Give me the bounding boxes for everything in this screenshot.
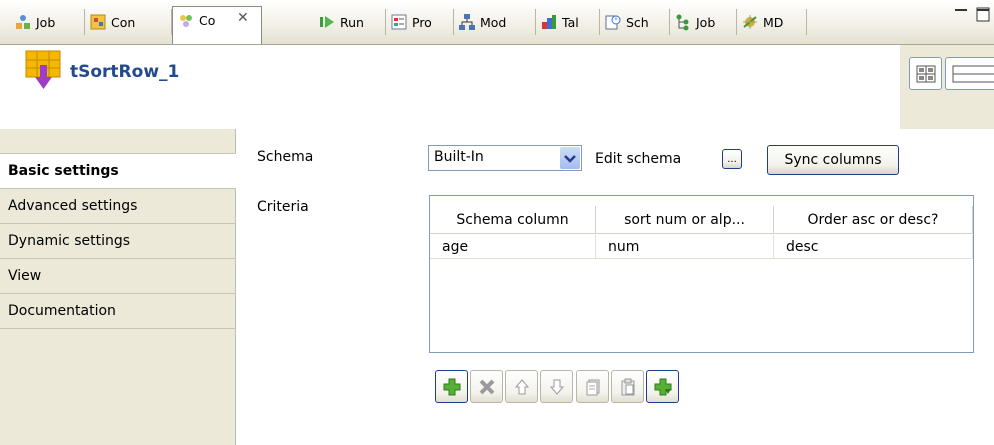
run-icon [320,16,334,28]
component-settings-panel: Basic settings Advanced settings Dynamic… [0,129,994,445]
tab-label: Con [111,14,136,30]
tab-label: Job [36,14,56,30]
add-row-button[interactable] [435,370,468,403]
criteria-label: Criteria [257,199,309,215]
schema-label: Schema [257,149,314,165]
tab-label: Run [340,14,364,30]
tab-modules[interactable]: Mod [454,9,536,35]
add-icon [443,378,460,395]
copy-button[interactable] [576,370,609,403]
tab-basic-settings[interactable]: Basic settings [0,153,236,189]
tab-dynamic-settings[interactable]: Dynamic settings [0,224,235,259]
column-header[interactable]: sort num or alp... [596,206,774,234]
tab-label: Job [696,14,716,30]
tab-metadata[interactable]: MD [737,9,807,35]
paste-button[interactable] [611,370,644,403]
tab-label: Mod [480,14,507,30]
tab-label: Pro [412,14,432,30]
maximize-icon[interactable] [974,6,992,24]
tab-scheduler[interactable]: Sch [600,9,670,35]
layout-list-button[interactable] [945,57,994,90]
problems-icon [391,14,407,30]
sort-row-icon [25,50,61,89]
tab-talend[interactable]: Tal [536,9,600,35]
move-up-icon [514,378,529,394]
tab-job[interactable]: Job [10,9,85,35]
tab-run[interactable]: Run [314,9,386,35]
add-all-icon [654,378,671,395]
component-title: tSortRow_1 [70,62,180,82]
tab-component[interactable]: Co ✕ [172,6,262,44]
talend-icon [542,15,556,29]
move-down-icon [549,379,564,395]
remove-icon [479,379,494,394]
tab-label: Sch [626,14,649,30]
list-icon [952,65,994,83]
settings-sidebar: Basic settings Advanced settings Dynamic… [0,129,236,445]
table-cell[interactable]: age [430,235,596,259]
remove-row-button[interactable] [470,370,503,403]
paste-icon [621,378,634,395]
sync-columns-button[interactable]: Sync columns [767,145,899,175]
copy-icon [586,379,599,395]
close-icon[interactable]: ✕ [237,10,249,26]
criteria-table: Schema column sort num or alp... Order a… [429,195,974,353]
table-cell[interactable]: desc [774,235,973,259]
contexts-icon [90,14,106,30]
component-icon [180,14,192,27]
tab-label: Co [199,13,216,28]
tab-job-hierarchy[interactable]: Job [670,9,737,35]
tab-advanced-settings[interactable]: Advanced settings [0,189,235,224]
edit-schema-button[interactable]: ... [722,149,742,169]
job-icon [16,15,30,29]
layout-grid-button[interactable] [909,57,942,90]
tab-contexts[interactable]: Con [85,9,172,35]
minimize-icon[interactable] [952,6,970,24]
tab-documentation[interactable]: Documentation [0,294,235,329]
edit-schema-label: Edit schema [595,151,682,167]
move-down-button[interactable] [540,370,573,403]
grid-icon [916,65,936,83]
chevron-down-icon [564,155,576,163]
tab-problems[interactable]: Pro [386,9,454,35]
table-cell[interactable]: num [596,235,774,259]
tab-label: Tal [562,14,579,30]
move-up-button[interactable] [505,370,538,403]
modules-icon [459,14,475,30]
add-all-button[interactable] [646,370,679,403]
column-header[interactable]: Order asc or desc? [774,206,973,234]
component-header: tSortRow_1 [0,45,900,129]
dropdown-button[interactable] [560,147,580,169]
tab-label: MD [763,14,784,30]
column-header[interactable]: Schema column [430,206,596,234]
metadata-icon [743,15,757,29]
view-tab-bar: Job Con Co ✕ Run Pro Mod Tal Sch Job MD [0,0,994,45]
scheduler-icon [605,15,621,30]
job-hierarchy-icon [676,14,689,31]
schema-select[interactable]: Built-In [428,145,582,171]
tab-view[interactable]: View [0,259,235,294]
